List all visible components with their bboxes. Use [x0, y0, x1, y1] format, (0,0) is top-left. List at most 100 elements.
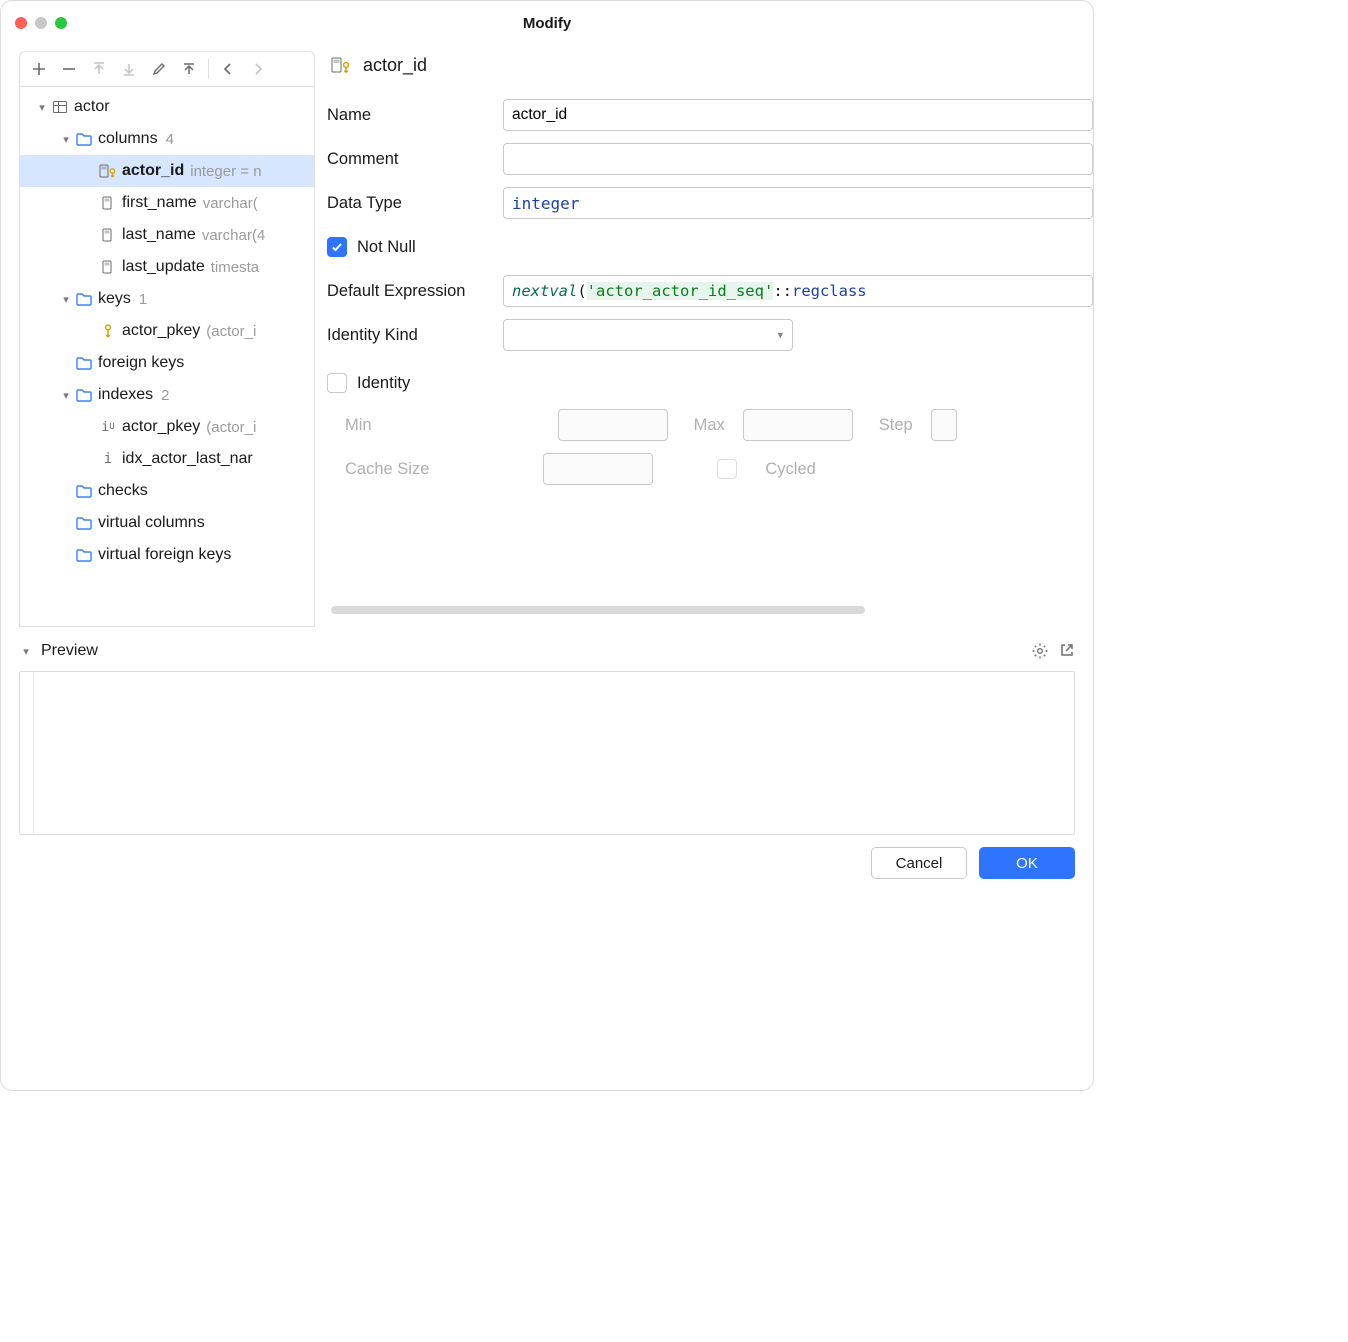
tree-label: actor — [74, 98, 110, 116]
preview-section: ▾ Preview — [19, 637, 1075, 835]
tree-node-virtual-columns[interactable]: ▾ virtual columns — [20, 507, 314, 539]
tree-type: timesta — [211, 259, 259, 276]
chevron-down-icon: ▾ — [58, 133, 74, 146]
comment-label: Comment — [327, 150, 503, 169]
min-input — [558, 409, 668, 441]
tree-label: columns — [98, 130, 158, 148]
scrollbar-thumb[interactable] — [331, 606, 865, 614]
editor-gutter — [20, 672, 34, 834]
tree-node-table[interactable]: ▾ actor — [20, 91, 314, 123]
tree-count: 1 — [139, 291, 147, 308]
tree-label: actor_pkey — [122, 418, 200, 436]
tree-node-virtual-foreign-keys[interactable]: ▾ virtual foreign keys — [20, 539, 314, 571]
move-up-button[interactable] — [84, 54, 114, 84]
move-down-button[interactable] — [114, 54, 144, 84]
ok-button[interactable]: OK — [979, 847, 1075, 879]
tree-label: foreign keys — [98, 354, 184, 372]
tree-detail: (actor_i — [206, 419, 256, 436]
tree-label: last_name — [122, 226, 196, 244]
minimize-window-button[interactable] — [35, 17, 47, 29]
tree-label: checks — [98, 482, 148, 500]
chevron-down-icon: ▾ — [58, 293, 74, 306]
tree-node-column[interactable]: ▾ actor_id integer = n — [20, 155, 314, 187]
chevron-down-icon[interactable]: ▾ — [19, 645, 33, 658]
step-input — [931, 409, 957, 441]
back-button[interactable] — [213, 54, 243, 84]
tree-label: actor_pkey — [122, 322, 200, 340]
defexpr-fn: nextval — [512, 282, 577, 300]
tree-label: virtual columns — [98, 514, 205, 532]
add-button[interactable] — [24, 54, 54, 84]
datatype-input[interactable]: integer — [503, 187, 1093, 219]
tree-node-keys[interactable]: ▾ keys 1 — [20, 283, 314, 315]
detail-panel: actor_id Name Comment Data Type integer — [315, 45, 1093, 627]
close-window-button[interactable] — [15, 17, 27, 29]
tree-label: virtual foreign keys — [98, 546, 231, 564]
tree-node-index[interactable]: ▾ i idx_actor_last_nar — [20, 443, 314, 475]
defexpr-cast: regclass — [792, 282, 867, 300]
preview-editor[interactable] — [19, 671, 1075, 835]
titlebar: Modify — [1, 1, 1093, 45]
tree-node-columns[interactable]: ▾ columns 4 — [20, 123, 314, 155]
min-label: Min — [345, 416, 372, 435]
tree-node-column[interactable]: ▾ first_name varchar( — [20, 187, 314, 219]
horizontal-scrollbar[interactable] — [331, 605, 1085, 615]
idkind-select[interactable]: ▾ — [503, 319, 793, 351]
tree-panel: ▾ actor ▾ columns 4 ▾ actor_id — [19, 51, 315, 627]
notnull-label: Not Null — [357, 238, 416, 257]
defexpr-arg: 'actor_actor_id_seq' — [587, 282, 774, 300]
name-label: Name — [327, 106, 503, 125]
identity-label: Identity — [357, 374, 410, 393]
zoom-window-button[interactable] — [55, 17, 67, 29]
tree-node-foreign-keys[interactable]: ▾ foreign keys — [20, 347, 314, 379]
forward-button[interactable] — [243, 54, 273, 84]
open-external-icon[interactable] — [1059, 642, 1075, 660]
dialog-footer: Cancel OK — [1, 835, 1093, 879]
column-icon — [98, 227, 118, 243]
comment-input[interactable] — [503, 143, 1093, 175]
tree-node-column[interactable]: ▾ last_name varchar(4 — [20, 219, 314, 251]
folder-icon — [74, 132, 94, 146]
defexpr-input[interactable]: nextval('actor_actor_id_seq'::regclass — [503, 275, 1093, 307]
window-title: Modify — [523, 15, 571, 32]
tree-node-column[interactable]: ▾ last_update timesta — [20, 251, 314, 283]
tree-type: integer = n — [190, 163, 261, 180]
idkind-input[interactable] — [503, 319, 793, 351]
column-icon — [98, 259, 118, 275]
tree-type: varchar(4 — [202, 227, 265, 244]
tree-label: keys — [98, 290, 131, 308]
gear-icon[interactable] — [1031, 642, 1049, 660]
tree-label: indexes — [98, 386, 153, 404]
max-label: Max — [694, 416, 725, 435]
detail-title: actor_id — [363, 55, 427, 76]
tree-type: varchar( — [203, 195, 258, 212]
folder-icon — [74, 292, 94, 306]
revert-button[interactable] — [174, 54, 204, 84]
object-tree[interactable]: ▾ actor ▾ columns 4 ▾ actor_id — [19, 87, 315, 627]
remove-button[interactable] — [54, 54, 84, 84]
idkind-label: Identity Kind — [327, 326, 503, 345]
max-input — [743, 409, 853, 441]
column-key-icon — [98, 163, 118, 179]
preview-title: Preview — [41, 642, 98, 660]
folder-icon — [74, 484, 94, 498]
index-unique-icon: iU — [98, 420, 118, 435]
name-input[interactable] — [503, 99, 1093, 131]
folder-icon — [74, 388, 94, 402]
tree-label: idx_actor_last_nar — [122, 450, 253, 468]
column-icon — [98, 195, 118, 211]
index-icon: i — [98, 451, 118, 467]
cycled-label: Cycled — [765, 460, 815, 479]
tree-node-checks[interactable]: ▾ checks — [20, 475, 314, 507]
tree-label: actor_id — [122, 162, 184, 180]
tree-node-index[interactable]: ▾ iU actor_pkey (actor_i — [20, 411, 314, 443]
tree-node-indexes[interactable]: ▾ indexes 2 — [20, 379, 314, 411]
identity-checkbox[interactable] — [327, 373, 347, 393]
cancel-button[interactable]: Cancel — [871, 847, 967, 879]
notnull-checkbox[interactable] — [327, 237, 347, 257]
tree-detail: (actor_i — [206, 323, 256, 340]
folder-icon — [74, 516, 94, 530]
edit-button[interactable] — [144, 54, 174, 84]
cache-label: Cache Size — [345, 460, 429, 479]
tree-node-key[interactable]: ▾ actor_pkey (actor_i — [20, 315, 314, 347]
